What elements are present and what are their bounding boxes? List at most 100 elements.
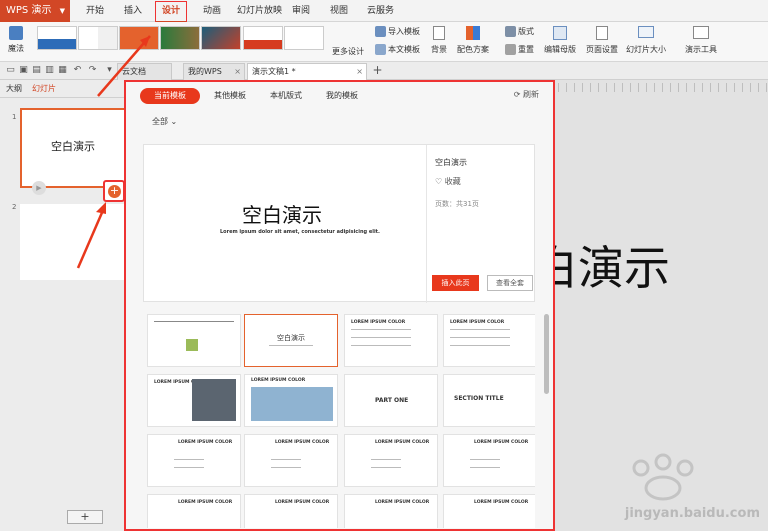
design-thumb-1[interactable] <box>37 26 77 50</box>
dialog-scrollbar[interactable] <box>544 314 549 394</box>
divider <box>269 345 313 346</box>
color-scheme-button[interactable]: 配色方案 <box>455 26 491 58</box>
design-thumb-6[interactable] <box>243 26 283 50</box>
design-thumb-5[interactable] <box>201 26 241 50</box>
favorite-button[interactable]: ♡ 收藏 <box>435 176 461 187</box>
close-icon[interactable]: × <box>356 64 363 80</box>
tab-outline[interactable]: 大纲 <box>6 84 22 93</box>
menu-insert[interactable]: 插入 <box>124 0 142 22</box>
new-slide-button[interactable]: + <box>67 510 103 524</box>
design-thumb-2[interactable] <box>78 26 118 50</box>
add-slide-button[interactable]: + <box>103 180 125 202</box>
design-thumb-7[interactable] <box>284 26 324 50</box>
more-designs-label: 更多设计 <box>332 47 364 56</box>
menu-design[interactable]: 设计 <box>155 1 188 23</box>
more-designs-button[interactable]: 更多设计 <box>332 46 364 57</box>
tab-cloud-docs[interactable]: 云文档 <box>117 63 172 80</box>
template-thumb[interactable]: LOREM IPSUM COLOR <box>147 434 241 487</box>
design-thumb-4[interactable] <box>160 26 200 50</box>
template-thumb[interactable]: LOREM IPSUM COLOR <box>344 314 438 367</box>
thumb-title: LOREM IPSUM COLOR <box>351 320 406 325</box>
menu-home[interactable]: 开始 <box>86 0 104 22</box>
open-folder-icon[interactable]: ▭ <box>5 65 16 76</box>
divider <box>351 345 411 346</box>
undo-icon[interactable]: ↶ <box>72 65 83 76</box>
slide-size-button[interactable]: 幻灯片大小 <box>623 26 669 58</box>
play-icon[interactable]: ▶ <box>32 181 46 195</box>
template-thumb[interactable]: LOREM IPSUM COLOR <box>344 434 438 487</box>
thumb-title: LOREM IPSUM COLOR <box>375 500 430 505</box>
present-tools-button[interactable]: 演示工具 <box>680 26 722 58</box>
panel-tabs: 大纲 幻灯片 <box>0 80 129 98</box>
filter-dropdown[interactable]: 全部 ⌄ <box>152 116 177 127</box>
view-all-button[interactable]: 查看全套 <box>487 275 533 291</box>
tab-slides[interactable]: 幻灯片 <box>32 84 56 93</box>
present-tools-label: 演示工具 <box>685 45 717 54</box>
export-icon[interactable]: ▤ <box>31 65 42 76</box>
menu-cloud[interactable]: 云服务 <box>367 0 394 22</box>
close-icon[interactable]: × <box>234 64 241 80</box>
background-label: 背景 <box>431 45 447 54</box>
print-icon[interactable]: ▥ <box>44 65 55 76</box>
tab-other-template[interactable]: 其他模板 <box>204 88 256 104</box>
menu-view[interactable]: 视图 <box>330 0 348 22</box>
reset-button[interactable]: 重置 <box>505 44 534 55</box>
preview-icon[interactable]: ▦ <box>57 65 68 76</box>
divider <box>450 345 510 346</box>
doc-template-label: 本文模板 <box>388 45 420 54</box>
divider <box>174 459 204 460</box>
insert-page-button[interactable]: 插入此页 <box>432 275 479 291</box>
import-template-button[interactable]: 导入模板 <box>375 26 420 37</box>
template-thumb[interactable]: LOREM IPSUM COLOR <box>147 494 241 528</box>
template-thumb[interactable]: LOREM IPSUM COLOR <box>147 374 241 427</box>
chevron-down-icon[interactable]: ▾ <box>104 65 115 76</box>
template-thumb[interactable]: LOREM IPSUM COLOR <box>244 494 338 528</box>
tab-local-layout[interactable]: 本机版式 <box>260 88 312 104</box>
slide-size-label: 幻灯片大小 <box>626 45 666 54</box>
template-thumb[interactable]: LOREM IPSUM COLOR <box>443 314 535 367</box>
page-setup-label: 页面设置 <box>586 45 618 54</box>
template-thumb[interactable]: 空白演示 <box>244 314 338 367</box>
menu-animation[interactable]: 动画 <box>203 0 221 22</box>
tab-presentation[interactable]: 演示文稿1 * × <box>247 63 367 80</box>
preview-title: 空白演示 <box>242 203 322 227</box>
template-thumb[interactable]: LOREM IPSUM COLOR <box>443 494 535 528</box>
template-icon <box>375 44 386 55</box>
page-count: 页数：共31页 <box>435 200 479 208</box>
app-menu-button[interactable]: WPS 演示 ▼ <box>0 0 70 22</box>
tab-my-template[interactable]: 我的模板 <box>316 88 368 104</box>
background-button[interactable]: 背景 <box>428 26 450 58</box>
filter-label: 全部 <box>152 117 168 126</box>
template-thumb[interactable] <box>147 314 241 367</box>
thumb-title: LOREM IPSUM COLOR <box>251 378 306 383</box>
redo-icon[interactable]: ↷ <box>87 65 98 76</box>
palette-icon <box>466 26 480 40</box>
thumb-title: 空白演示 <box>277 334 305 342</box>
tab-current-template[interactable]: 当前模板 <box>140 88 200 104</box>
refresh-button[interactable]: ⟳ 刷新 <box>514 89 539 100</box>
page-setup-button[interactable]: 页面设置 <box>585 26 619 58</box>
slide-thumbnail-1[interactable]: 空白演示 <box>20 108 126 188</box>
import-icon <box>375 26 386 37</box>
edit-master-button[interactable]: 编辑母版 <box>543 26 577 58</box>
design-thumb-3[interactable] <box>119 26 159 50</box>
new-tab-icon[interactable]: + <box>372 64 383 76</box>
tab-my-wps[interactable]: 我的WPS × <box>183 63 245 80</box>
menu-slideshow[interactable]: 幻灯片放映 <box>237 0 282 22</box>
menu-review[interactable]: 审阅 <box>292 0 310 22</box>
slide-thumbnail-2[interactable] <box>20 204 126 280</box>
magic-button[interactable]: 魔法 <box>6 26 26 58</box>
template-thumb[interactable]: PART ONE <box>344 374 438 427</box>
dialog-tabs: 当前模板 其他模板 本机版式 我的模板 <box>140 88 372 106</box>
reset-label: 重置 <box>518 45 534 54</box>
layout-button[interactable]: 版式 <box>505 26 534 37</box>
watermark-text: jingyan.baidu.com <box>624 506 760 521</box>
doc-template-button[interactable]: 本文模板 <box>375 44 420 55</box>
template-thumb[interactable]: LOREM IPSUM COLOR <box>344 494 438 528</box>
template-thumb[interactable]: LOREM IPSUM COLOR <box>244 374 338 427</box>
template-thumb[interactable]: LOREM IPSUM COLOR <box>244 434 338 487</box>
divider <box>450 337 510 338</box>
template-thumb[interactable]: SECTION TITLE <box>443 374 535 427</box>
template-thumb[interactable]: LOREM IPSUM COLOR <box>443 434 535 487</box>
save-icon[interactable]: ▣ <box>18 65 29 76</box>
